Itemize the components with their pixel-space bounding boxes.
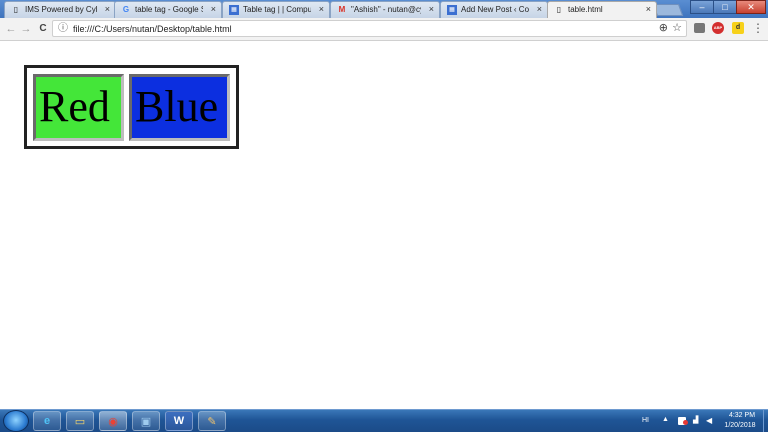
extension-icon[interactable] [694,23,705,33]
network-icon[interactable]: ▟ [693,417,698,425]
tab-label: Add New Post ‹ Comp [461,5,529,14]
tab-ims[interactable]: ▯ IMS Powered by Cyber × [4,1,116,18]
info-icon[interactable]: ⓘ [58,23,68,34]
generic-app-icon[interactable]: ▣ [132,411,160,431]
table-cell-red: Red [33,74,124,141]
blog-icon: ▦ [229,5,239,15]
close-tab-icon[interactable]: × [105,4,110,15]
address-text[interactable]: file:///C:/Users/nutan/Desktop/table.htm… [73,24,232,34]
close-tab-icon[interactable]: × [211,4,216,15]
menu-icon[interactable]: ⋮ [752,21,764,35]
browser-toolbar: ← → C ⓘ file:///C:/Users/nutan/Desktop/t… [0,18,768,41]
tab-add-new-post[interactable]: ▦ Add New Post ‹ Comp × [440,1,548,18]
tab-label: Table tag | | Compute [243,5,311,14]
close-window-button[interactable]: ✕ [736,0,766,14]
maximize-button[interactable]: □ [713,0,737,14]
tab-label: "Ashish" - nutan@cybe [351,5,421,14]
paint-icon[interactable]: ✎ [198,411,226,431]
close-tab-icon[interactable]: × [646,4,651,15]
new-tab-button[interactable] [652,4,684,16]
document-icon: ▯ [13,5,19,14]
zoom-icon[interactable]: ⊕ [659,22,668,35]
bookmark-star-icon[interactable]: ☆ [672,22,682,35]
color-table: Red Blue [24,65,239,149]
google-icon: G [122,5,130,14]
clock-date[interactable]: 1/20/2018 [720,422,760,430]
alert-badge-icon [683,420,688,425]
address-bar[interactable]: ⓘ file:///C:/Users/nutan/Desktop/table.h… [52,20,687,37]
show-hidden-icons-icon[interactable]: ▲ [662,416,669,424]
tab-table-tag[interactable]: ▦ Table tag | | Compute × [222,1,330,18]
tab-label: table tag - Google Sea [135,5,203,14]
windows-taskbar: e ▭ ◉ ▣ W ✎ HI ▲ ▟ ◀ 4:32 PM 1/20/2018 [0,409,768,432]
minimize-button[interactable]: – [690,0,714,14]
close-tab-icon[interactable]: × [537,4,542,15]
word-icon[interactable]: W [165,411,193,431]
gmail-icon: M [338,5,346,14]
file-explorer-icon[interactable]: ▭ [66,411,94,431]
start-button[interactable] [3,410,29,432]
internet-explorer-icon[interactable]: e [33,411,61,431]
clock-time[interactable]: 4:32 PM [724,412,760,420]
blog-icon: ▦ [447,5,457,15]
table-cell-blue: Blue [129,74,230,141]
back-button[interactable]: ← [4,21,18,37]
reload-button[interactable]: C [36,21,50,37]
page-content: Red Blue [0,41,768,409]
adblock-plus-icon[interactable]: ABP [712,22,724,34]
tab-strip: ▯ IMS Powered by Cyber × G table tag - G… [0,0,768,18]
close-tab-icon[interactable]: × [429,4,434,15]
tab-label: IMS Powered by Cyber [25,5,97,14]
document-icon: ▯ [556,5,562,14]
tab-label: table.html [568,5,603,14]
tab-table-html[interactable]: ▯ table.html × [547,1,657,18]
forward-button[interactable]: → [19,21,33,37]
bookmark-extension-icon[interactable]: d [732,22,744,34]
tab-google-search[interactable]: G table tag - Google Sea × [114,1,222,18]
tab-gmail[interactable]: M "Ashish" - nutan@cybe × [330,1,440,18]
show-desktop-button[interactable] [763,410,768,432]
close-tab-icon[interactable]: × [319,4,324,15]
language-indicator[interactable]: HI [642,417,649,425]
volume-icon[interactable]: ◀ [706,417,712,425]
chrome-icon[interactable]: ◉ [99,411,127,431]
